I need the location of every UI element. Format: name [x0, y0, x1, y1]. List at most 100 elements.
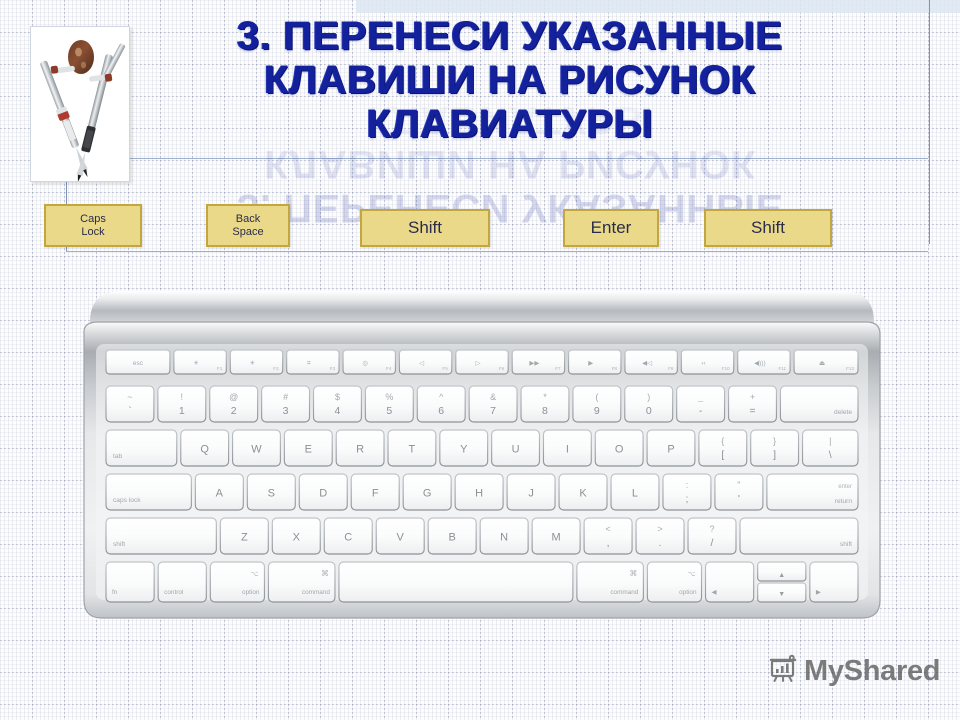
- key-chip-caps-lock[interactable]: Caps Lock: [44, 204, 142, 247]
- key-label: ): [647, 392, 650, 402]
- key-label: $: [335, 392, 340, 402]
- key-label: [: [721, 449, 724, 461]
- key-label: ⌘: [321, 569, 329, 578]
- key-label: :: [686, 480, 689, 490]
- key-label: #: [283, 392, 288, 402]
- key-label: ,: [607, 537, 610, 549]
- key-label: control: [164, 589, 183, 596]
- key-label: ▶: [816, 589, 821, 596]
- key-label: option: [242, 589, 260, 596]
- key-label: F1: [217, 366, 223, 371]
- keyboard-key: [157, 561, 207, 603]
- key-label: ": [737, 480, 740, 490]
- key-label: Z: [241, 532, 248, 544]
- key-label: return: [835, 498, 853, 505]
- key-label: _: [697, 392, 704, 402]
- keyboard-image: esc ☀ F1 ☀ F2 ⌗ F3 ◎ F4 ◁ F5 ▷ F6 ▶▶ F7 ▶ F8 ◀◁ F9 ‹‹ F10 ◀))…: [76, 288, 888, 626]
- grid-hline: [0, 704, 960, 705]
- key-label: ;: [685, 493, 688, 505]
- key-label: @: [229, 392, 238, 402]
- key-chip-shift[interactable]: Shift: [360, 209, 490, 247]
- key-label: ⌗: [307, 360, 311, 367]
- key-label: ▲: [778, 572, 785, 579]
- key-label: B: [449, 532, 456, 544]
- key-label: 8: [542, 405, 548, 417]
- guide-line-chip-baseline: [66, 251, 928, 252]
- key-label: 0: [646, 405, 652, 417]
- key-label: |: [829, 436, 831, 446]
- key-label: 1: [179, 405, 185, 417]
- key-label: ▼: [778, 591, 785, 598]
- key-label: F2: [273, 366, 279, 371]
- watermark-text: MyShared: [804, 655, 941, 687]
- key-label: F11: [779, 366, 787, 371]
- key-chip-shift[interactable]: Shift: [704, 209, 832, 247]
- key-label: ◎: [362, 360, 368, 367]
- key-label: 6: [438, 405, 444, 417]
- key-label: A: [216, 488, 224, 500]
- key-label: =: [749, 405, 755, 417]
- key-label: command: [302, 589, 331, 596]
- key-label: ⏏: [819, 360, 825, 367]
- key-label: !: [181, 392, 184, 402]
- key-label: ~: [127, 392, 132, 402]
- key-chip-enter[interactable]: Enter: [563, 209, 659, 247]
- key-label: ?: [710, 524, 715, 534]
- key-label: V: [397, 532, 405, 544]
- grid-hline: [0, 256, 960, 257]
- grid-hline: [0, 160, 960, 161]
- key-label: N: [500, 532, 508, 544]
- grid-vline: [896, 0, 897, 720]
- key-label: ⌥: [250, 571, 258, 578]
- grid-hline: [0, 128, 960, 129]
- key-label: enter: [838, 484, 852, 490]
- compass-illustration: [30, 26, 130, 182]
- key-label: ⌘: [629, 569, 637, 578]
- key-label: ◀: [712, 589, 717, 596]
- key-label: ☀: [193, 359, 199, 367]
- key-label: F3: [330, 366, 336, 371]
- key-label: E: [305, 444, 312, 456]
- key-label: U: [512, 444, 520, 456]
- keyboard-key: [646, 561, 703, 603]
- key-label: P: [667, 444, 674, 456]
- key-label: K: [579, 488, 587, 500]
- key-label: fn: [112, 589, 118, 596]
- key-label: 4: [335, 405, 341, 417]
- key-label: F10: [722, 366, 730, 371]
- key-label: ☀: [250, 359, 256, 367]
- key-label: shift: [113, 541, 125, 548]
- key-label: L: [632, 488, 638, 500]
- presentation-chart-icon: [768, 654, 798, 689]
- key-label: G: [423, 488, 432, 500]
- key-label: *: [543, 392, 547, 402]
- keyboard-key: [105, 561, 155, 603]
- key-label: {: [721, 436, 724, 446]
- grid-hline: [0, 192, 960, 193]
- key-label: tab: [113, 453, 122, 460]
- page-title-wrap: 3. Перенеси указанные клавиши на рисунок…: [150, 14, 870, 179]
- key-label: ‹‹: [701, 360, 705, 367]
- key-label: ◀◁: [642, 360, 653, 367]
- key-label: %: [385, 392, 393, 402]
- key-label: }: [773, 436, 776, 446]
- key-label: delete: [834, 409, 852, 416]
- keyboard-key: [576, 561, 644, 603]
- guide-line-right: [929, 0, 930, 244]
- key-chip-back-space[interactable]: Back Space: [206, 204, 290, 247]
- key-label: >: [657, 524, 662, 534]
- key-label: W: [251, 444, 262, 456]
- key-label: <: [605, 524, 610, 534]
- key-label: M: [552, 532, 561, 544]
- key-label: I: [566, 444, 569, 456]
- key-label: 9: [594, 405, 600, 417]
- key-label: O: [615, 444, 624, 456]
- key-label: 7: [490, 405, 496, 417]
- key-label: &: [490, 392, 496, 402]
- watermark: MyShared: [768, 654, 941, 689]
- grid-hline: [0, 640, 960, 641]
- grid-hline: [0, 32, 960, 33]
- keyboard-key: [779, 385, 859, 423]
- grid-hline: [0, 96, 960, 97]
- key-label: ]: [773, 449, 776, 461]
